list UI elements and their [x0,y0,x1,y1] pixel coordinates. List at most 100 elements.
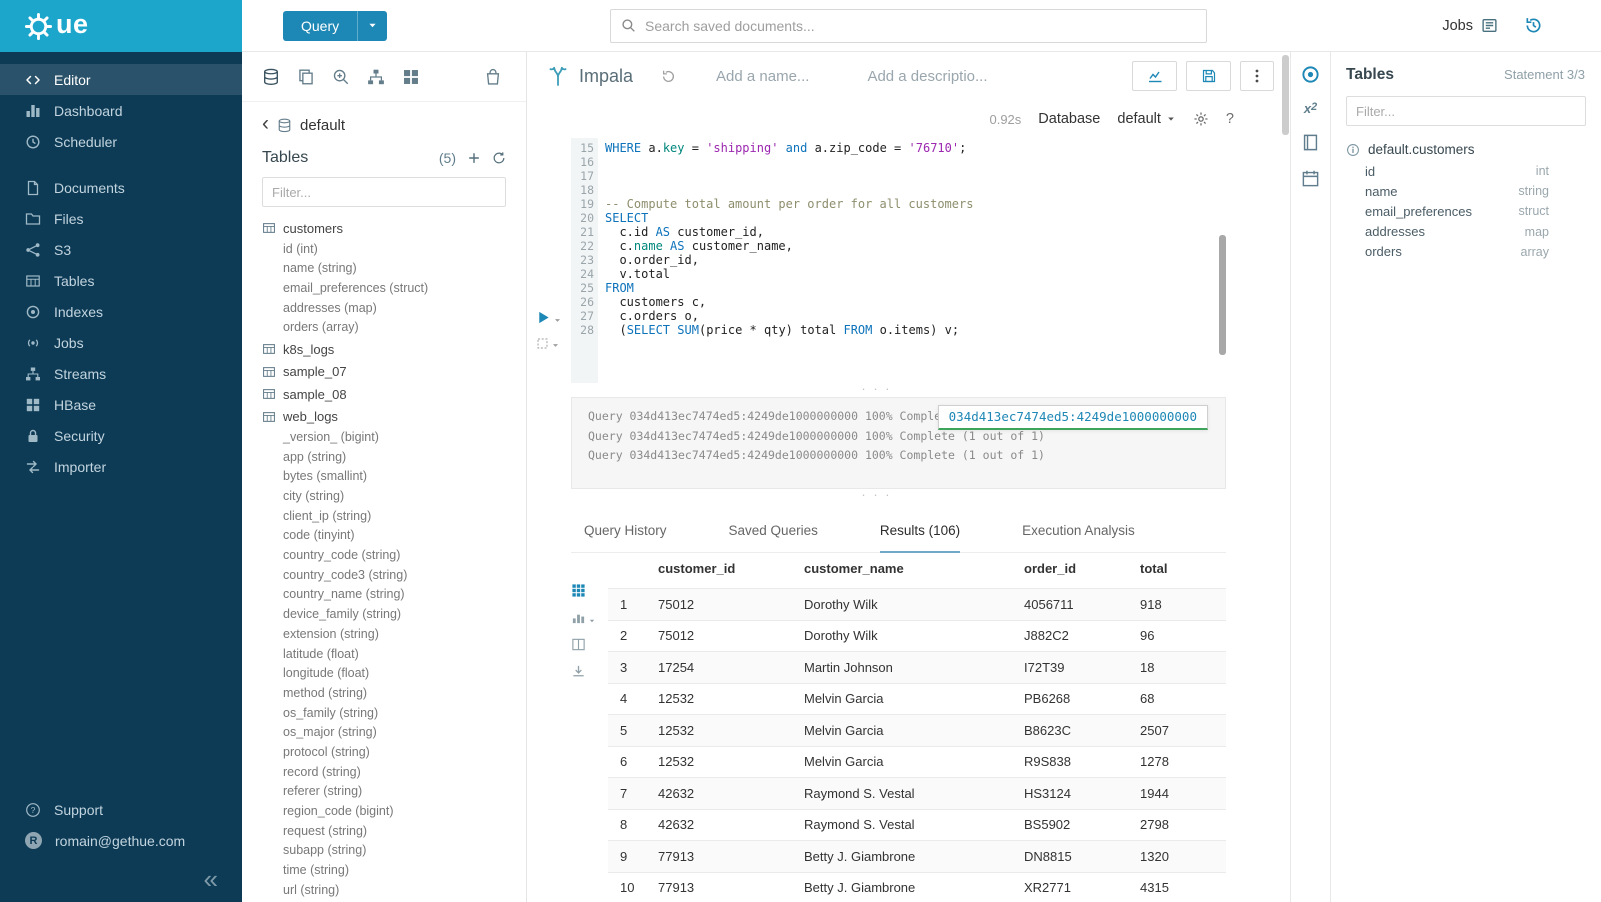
column-row[interactable]: idint [1331,161,1601,181]
query-name-input[interactable]: Add a name... [716,68,809,85]
table-row[interactable]: 742632Raymond S. VestalHS31241944 [608,778,1226,810]
docs-icon[interactable] [1301,133,1320,152]
column-item[interactable]: request (string) [262,822,526,842]
bag-icon[interactable] [484,68,502,86]
sidebar-item-scheduler[interactable]: Scheduler [0,126,242,157]
column-item[interactable]: time (string) [262,861,526,881]
column-item[interactable]: city (string) [262,487,526,507]
table-row[interactable]: 175012Dorothy Wilk4056711918 [608,589,1226,621]
add-table-icon[interactable] [467,151,481,165]
table-row[interactable]: 977913Betty J. GiambroneDN88151320 [608,841,1226,873]
query-button-label[interactable]: Query [283,11,357,41]
sidebar-collapse-button[interactable]: « [0,856,242,902]
sidebar-item-files[interactable]: Files [0,203,242,234]
search-input[interactable] [610,9,1207,43]
column-item[interactable]: orders (array) [262,318,526,338]
column-row[interactable]: addressesmap [1331,222,1601,242]
query-dropdown-caret[interactable] [357,11,387,41]
column-item[interactable]: name (string) [262,259,526,279]
sidebar-item-security[interactable]: Security [0,420,242,451]
sidebar-item-tables[interactable]: Tables [0,265,242,296]
column-item[interactable]: country_name (string) [262,585,526,605]
back-chevron-icon[interactable]: ‹ [262,118,269,134]
column-item[interactable]: bytes (smallint) [262,467,526,487]
column-item[interactable]: subapp (string) [262,841,526,861]
superscript-icon[interactable]: x2 [1304,101,1317,116]
database-breadcrumb[interactable]: ‹ default [242,102,526,136]
chart-icon[interactable] [571,610,586,625]
column-item[interactable]: referer (string) [262,782,526,802]
column-item[interactable]: id (int) [262,240,526,260]
jobs-indicator[interactable]: Jobs [1442,17,1498,34]
download-icon[interactable] [571,664,586,679]
active-table[interactable]: default.customers [1331,134,1601,161]
table-row[interactable]: 842632Raymond S. VestalBS59022798 [608,809,1226,841]
sitemap-icon[interactable] [367,68,385,86]
column-item[interactable]: os_family (string) [262,704,526,724]
column-item[interactable]: email_preferences (struct) [262,279,526,299]
column-row[interactable]: namestring [1331,181,1601,201]
sidebar-item-user[interactable]: Rromain@gethue.com [0,825,242,856]
history-icon[interactable] [1524,16,1543,35]
search-plus-icon[interactable] [332,68,350,86]
column-item[interactable]: _version_ (bigint) [262,428,526,448]
column-row[interactable]: ordersarray [1331,242,1601,262]
editor-scrollbar[interactable] [1219,235,1226,355]
column-item[interactable]: os_major (string) [262,723,526,743]
column-item[interactable]: protocol (string) [262,743,526,763]
column-item[interactable]: app (string) [262,448,526,468]
editor-code[interactable]: WHERE a.key = 'shipping' and a.zip_code … [598,138,1226,383]
column-item[interactable]: extension (string) [262,625,526,645]
sidebar-item-indexes[interactable]: Indexes [0,296,242,327]
insert-marker-icon[interactable] [536,337,549,350]
query-description-input[interactable]: Add a descriptio... [867,68,987,85]
sidebar-item-importer[interactable]: Importer [0,451,242,482]
database-name[interactable]: default [300,117,345,134]
resize-handle-top[interactable]: · · · [527,383,1226,397]
sidebar-item-jobs[interactable]: Jobs [0,327,242,358]
table-item-web_logs[interactable]: web_logs [262,405,526,428]
right-filter-input[interactable] [1346,96,1586,126]
sidebar-item-s3[interactable]: S3 [0,234,242,265]
sidebar-item-editor[interactable]: Editor [0,64,242,95]
databases-icon[interactable] [262,68,280,86]
table-item-k8s_logs[interactable]: k8s_logs [262,338,526,361]
column-item[interactable]: region_code (bigint) [262,802,526,822]
sidebar-item-documents[interactable]: Documents [0,172,242,203]
table-item-sample_07[interactable]: sample_07 [262,360,526,383]
column-item[interactable]: client_ip (string) [262,507,526,527]
context-icon[interactable] [1301,65,1320,84]
columns-icon[interactable] [571,637,586,652]
table-item-sample_08[interactable]: sample_08 [262,383,526,406]
tab-results-106[interactable]: Results (106) [880,523,960,553]
code-editor[interactable]: 1516171819202122232425262728 WHERE a.key… [527,138,1226,383]
refresh-icon[interactable] [492,151,506,165]
hue-logo[interactable]: ue [0,0,242,52]
sidebar-item-support[interactable]: ?Support [0,794,242,825]
more-actions-button[interactable] [1240,61,1274,91]
sidebar-item-hbase[interactable]: HBase [0,389,242,420]
column-row[interactable]: email_preferencesstruct [1331,201,1601,221]
table-row[interactable]: 512532Melvin GarciaB8623C2507 [608,715,1226,747]
column-item[interactable]: latitude (float) [262,645,526,665]
execute-button[interactable] [536,310,551,325]
table-filter-input[interactable] [262,177,506,207]
help-icon[interactable]: ? [1226,111,1234,127]
column-item[interactable]: code (tinyint) [262,526,526,546]
chart-button[interactable] [1132,61,1177,91]
table-item-customers[interactable]: customers [262,217,526,240]
column-item[interactable]: addresses (map) [262,299,526,319]
sidebar-item-dashboard[interactable]: Dashboard [0,95,242,126]
query-button[interactable]: Query [283,11,387,41]
caret-down-icon[interactable] [553,316,562,325]
database-select[interactable]: default [1117,111,1176,127]
column-item[interactable]: method (string) [262,684,526,704]
column-item[interactable]: record (string) [262,763,526,783]
sidebar-item-streams[interactable]: Streams [0,358,242,389]
resize-handle-bottom[interactable]: · · · [527,489,1226,503]
table-row[interactable]: 275012Dorothy WilkJ882C296 [608,620,1226,652]
panel-scrollbar[interactable] [1282,55,1289,135]
tab-saved-queries[interactable]: Saved Queries [729,523,818,553]
column-item[interactable]: country_code3 (string) [262,566,526,586]
engine-name[interactable]: Impala [579,66,633,87]
